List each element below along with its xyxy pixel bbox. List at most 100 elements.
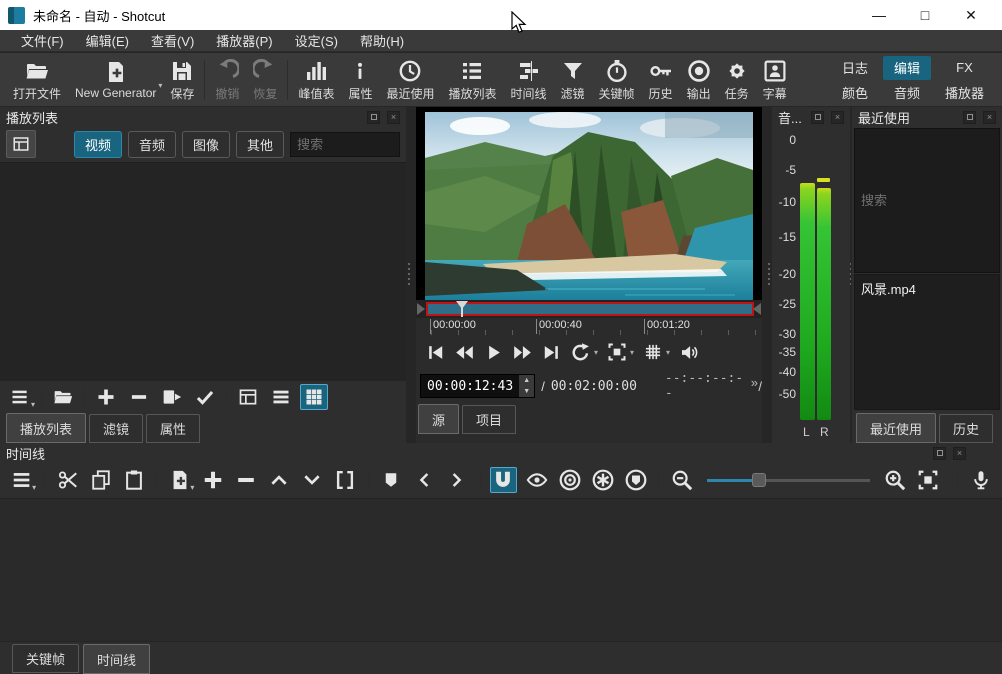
tab-properties[interactable]: 属性 xyxy=(146,414,200,443)
filter-image-tab[interactable]: 图像 xyxy=(182,131,230,158)
minimize-button[interactable]: — xyxy=(856,0,902,30)
layout-color-button[interactable]: 颜色 xyxy=(831,81,879,105)
tab-keyframes[interactable]: 关键帧 xyxy=(12,644,79,673)
menu-settings[interactable]: 设定(S) xyxy=(284,29,349,52)
recent-button[interactable]: 最近使用 xyxy=(379,56,441,104)
split-button[interactable] xyxy=(332,467,359,493)
list-item[interactable]: 风景.mp4 xyxy=(855,275,999,302)
copy-button[interactable] xyxy=(87,467,114,493)
remove-button[interactable] xyxy=(232,467,259,493)
slider-handle[interactable] xyxy=(752,473,766,487)
timeline-button[interactable]: 时间线 xyxy=(504,56,554,104)
playlist-thumbnails-button[interactable] xyxy=(6,130,36,158)
ripple-button[interactable] xyxy=(556,467,583,493)
splitter-handle[interactable] xyxy=(404,252,414,296)
timeline-zoom-slider[interactable] xyxy=(707,472,869,488)
cut-button[interactable] xyxy=(54,467,81,493)
zoom-out-button[interactable] xyxy=(668,467,695,493)
undo-button[interactable]: 撤销 xyxy=(208,56,246,104)
position-value[interactable]: 00:00:12:43 xyxy=(421,379,519,394)
fast-forward-button[interactable] xyxy=(512,343,533,362)
view-icons-button[interactable] xyxy=(300,384,328,410)
menu-view[interactable]: 查看(V) xyxy=(140,29,205,52)
close-panel-button[interactable]: × xyxy=(983,111,996,124)
filters-button[interactable]: 滤镜 xyxy=(554,56,592,104)
filter-video-tab[interactable]: 视频 xyxy=(74,131,122,158)
view-details-button[interactable] xyxy=(234,384,262,410)
ripple-all-tracks-button[interactable] xyxy=(589,467,616,493)
paste-button[interactable] xyxy=(120,467,147,493)
tab-filters[interactable]: 滤镜 xyxy=(89,414,143,443)
play-button[interactable] xyxy=(484,343,503,362)
tab-playlist[interactable]: 播放列表 xyxy=(6,413,86,443)
playlist-button[interactable]: 播放列表 xyxy=(441,56,503,104)
float-panel-button[interactable] xyxy=(933,447,946,460)
append-button[interactable]: ▾ xyxy=(166,467,193,493)
menu-file[interactable]: 文件(F) xyxy=(10,29,75,52)
float-panel-button[interactable] xyxy=(367,111,380,124)
keyframes-button[interactable]: 关键帧 xyxy=(592,56,642,104)
previous-marker-button[interactable] xyxy=(411,467,438,493)
layout-fx-button[interactable]: FX xyxy=(935,56,994,80)
next-marker-button[interactable] xyxy=(444,467,471,493)
spin-down-icon[interactable]: ▼ xyxy=(519,386,534,397)
view-tiles-button[interactable] xyxy=(267,384,295,410)
close-panel-button[interactable]: × xyxy=(831,111,844,124)
menu-player[interactable]: 播放器(P) xyxy=(205,29,283,52)
filter-audio-tab[interactable]: 音频 xyxy=(128,131,176,158)
record-audio-button[interactable] xyxy=(967,467,994,493)
close-panel-button[interactable]: × xyxy=(953,447,966,460)
new-generator-button[interactable]: New Generator▾ xyxy=(68,56,163,104)
layout-player-button[interactable]: 播放器 xyxy=(935,81,994,105)
recent-search-input[interactable] xyxy=(854,128,1000,273)
snap-button[interactable] xyxy=(490,467,517,493)
zoom-fit-player-button[interactable]: ▾ xyxy=(607,342,634,362)
skip-to-start-button[interactable] xyxy=(426,343,445,362)
overwrite-button[interactable] xyxy=(299,467,326,493)
tab-timeline[interactable]: 时间线 xyxy=(83,644,150,674)
spin-arrows[interactable]: ▲ ▼ xyxy=(519,375,534,397)
grid-button[interactable]: ▾ xyxy=(643,342,670,362)
close-panel-button[interactable]: × xyxy=(387,111,400,124)
save-button[interactable]: 保存 xyxy=(163,56,201,104)
redo-button[interactable]: 恢复 xyxy=(246,56,284,104)
zoom-fit-timeline-button[interactable] xyxy=(915,467,942,493)
layout-logging-button[interactable]: 日志 xyxy=(831,56,879,80)
position-spinbox[interactable]: 00:00:12:43 ▲ ▼ xyxy=(420,374,535,398)
layout-editing-button[interactable]: 编辑 xyxy=(883,56,931,80)
scrub-while-dragging-button[interactable] xyxy=(523,467,550,493)
tab-history[interactable]: 历史 xyxy=(939,414,993,443)
volume-button[interactable] xyxy=(679,343,700,362)
player-time-ruler[interactable]: 00:00:00 00:00:40 00:01:20 xyxy=(416,318,762,335)
rewind-button[interactable] xyxy=(454,343,475,362)
jobs-button[interactable]: 任务 xyxy=(718,56,756,104)
spin-up-icon[interactable]: ▲ xyxy=(519,375,534,386)
tab-recent[interactable]: 最近使用 xyxy=(856,413,936,443)
export-button[interactable]: 输出 xyxy=(680,56,718,104)
zoom-in-button[interactable] xyxy=(882,467,909,493)
playlist-menu-button[interactable]: ▾ xyxy=(6,384,34,410)
player-scrubber[interactable] xyxy=(416,300,762,318)
close-button[interactable]: ✕ xyxy=(948,0,994,30)
open-file-button[interactable]: 打开文件 xyxy=(6,56,68,104)
tab-source[interactable]: 源 xyxy=(418,404,459,434)
skip-to-end-button[interactable] xyxy=(542,343,561,362)
history-button[interactable]: 历史 xyxy=(642,56,680,104)
playlist-empty-list[interactable] xyxy=(0,162,406,381)
float-panel-button[interactable] xyxy=(963,111,976,124)
timeline-menu-button[interactable]: ▾ xyxy=(8,467,35,493)
maximize-button[interactable]: □ xyxy=(902,0,948,30)
playlist-update-button[interactable] xyxy=(191,384,219,410)
playlist-add-to-timeline-button[interactable] xyxy=(158,384,186,410)
properties-button[interactable]: 属性 xyxy=(341,56,379,104)
overflow-chevron[interactable]: » xyxy=(751,375,758,390)
trim-out-handle[interactable] xyxy=(753,303,761,315)
layout-audio-button[interactable]: 音频 xyxy=(883,81,931,105)
lift-button[interactable] xyxy=(265,467,292,493)
add-track-button[interactable] xyxy=(199,467,226,493)
video-preview[interactable] xyxy=(416,107,762,300)
playlist-open-button[interactable] xyxy=(49,384,77,410)
peak-meter-button[interactable]: 峰值表 xyxy=(291,56,341,104)
ripple-markers-button[interactable] xyxy=(622,467,649,493)
playlist-remove-button[interactable] xyxy=(125,384,153,410)
